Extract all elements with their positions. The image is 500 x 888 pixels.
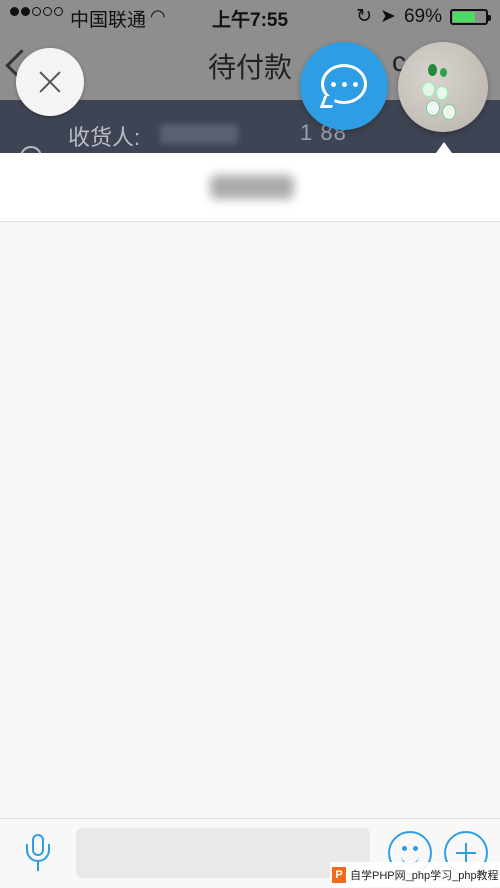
chat-bubble-tail — [319, 96, 337, 108]
recipient-label: 收货人: — [68, 125, 141, 150]
message-input[interactable] — [76, 828, 370, 878]
close-button[interactable] — [16, 48, 84, 116]
recipient-name-blurred — [160, 124, 238, 144]
chat-message-area[interactable] — [0, 222, 500, 818]
microphone-icon[interactable] — [24, 834, 52, 874]
location-arrow-icon: ➤ — [380, 6, 396, 27]
wifi-icon: ◠ — [150, 6, 166, 26]
status-time: 上午7:55 — [212, 10, 289, 31]
carrier-name: 中国联通 — [70, 10, 147, 31]
rotation-lock-icon: ↻ — [356, 6, 373, 27]
gem-shape — [440, 68, 447, 77]
battery-percent: 69% — [403, 5, 442, 27]
chat-dots — [331, 82, 358, 87]
chat-button[interactable] — [300, 42, 388, 130]
gem-shape — [426, 100, 440, 116]
gem-shape — [422, 82, 435, 97]
gem-shape — [436, 86, 448, 100]
panel-pointer — [436, 142, 452, 153]
gem-shape — [428, 64, 437, 76]
product-avatar[interactable] — [398, 42, 488, 132]
status-bar: 中国联通 ◠ 上午7:55 ↻ ➤ 69% — [0, 0, 500, 34]
watermark: P 自学PHP网_php学习_php教程 — [330, 862, 500, 887]
battery-icon — [450, 8, 491, 25]
watermark-text: 自学PHP网_php学习_php教程 — [350, 869, 499, 882]
location-pin-icon — [20, 146, 42, 153]
gem-shape — [442, 104, 456, 120]
chat-title-blurred — [210, 175, 294, 199]
chat-panel-header — [0, 153, 500, 222]
signal-strength-icon — [10, 7, 63, 16]
watermark-logo: P — [332, 866, 346, 883]
